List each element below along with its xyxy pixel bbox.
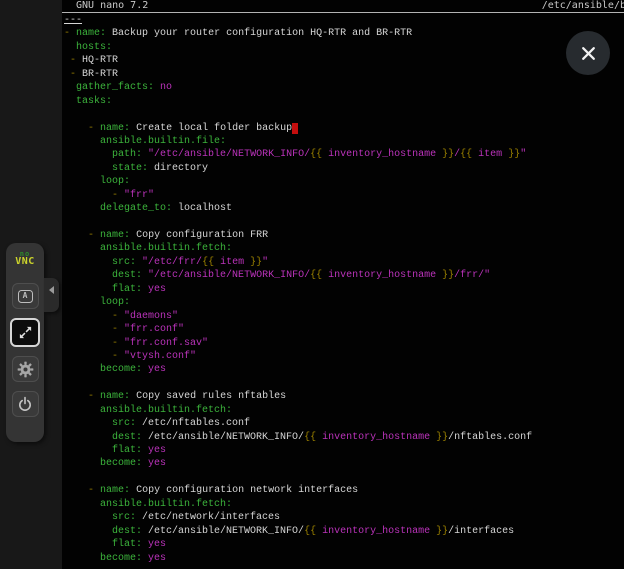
code-line: loop: bbox=[64, 296, 624, 309]
gear-icon bbox=[17, 361, 34, 378]
nano-titlebar: GNU nano 7.2 /etc/ansible/b bbox=[62, 0, 624, 13]
panel-collapse-handle[interactable] bbox=[44, 278, 59, 312]
code-line: --- bbox=[64, 14, 624, 27]
code-line: src: /etc/nftables.conf bbox=[64, 417, 624, 430]
code-line: tasks: bbox=[64, 95, 624, 108]
code-line: flat: yes bbox=[64, 538, 624, 551]
code-line bbox=[64, 216, 624, 229]
code-line: dest: /etc/ansible/NETWORK_INFO/{{ inven… bbox=[64, 431, 624, 444]
nano-version-label: GNU nano 7.2 bbox=[76, 0, 148, 12]
code-line: become: yes bbox=[64, 363, 624, 376]
code-line: hosts: bbox=[64, 41, 624, 54]
code-line: ansible.builtin.fetch: bbox=[64, 404, 624, 417]
close-button[interactable] bbox=[566, 31, 610, 75]
settings-button[interactable] bbox=[12, 356, 39, 382]
code-line: - name: Create local folder backup bbox=[64, 122, 624, 135]
fullscreen-button[interactable] bbox=[10, 318, 40, 347]
code-line: ansible.builtin.fetch: bbox=[64, 242, 624, 255]
close-icon bbox=[580, 45, 597, 62]
editor-content[interactable]: ---- name: Backup your router configurat… bbox=[64, 14, 624, 569]
code-line: - "frr.conf.sav" bbox=[64, 337, 624, 350]
code-line: become: yes bbox=[64, 457, 624, 470]
terminal-window: GNU nano 7.2 /etc/ansible/b ---- name: B… bbox=[62, 0, 624, 569]
code-line: src: /etc/network/interfaces bbox=[64, 511, 624, 524]
code-line: ansible.builtin.file: bbox=[64, 135, 624, 148]
code-line: flat: yes bbox=[64, 283, 624, 296]
code-line: become: yes bbox=[64, 552, 624, 565]
vnc-control-panel: no VNC A bbox=[6, 243, 44, 442]
code-line: delegate_to: localhost bbox=[64, 202, 624, 215]
code-line: dest: "/etc/ansible/NETWORK_INFO/{{ inve… bbox=[64, 269, 624, 282]
code-line: - name: Copy configuration FRR bbox=[64, 229, 624, 242]
code-line: - "daemons" bbox=[64, 310, 624, 323]
novnc-logo: no VNC bbox=[6, 243, 44, 266]
code-line: - HQ-RTR bbox=[64, 54, 624, 67]
letter-a-key-icon: A bbox=[18, 290, 33, 303]
code-line: gather_facts: no bbox=[64, 81, 624, 94]
code-line: - name: Backup your router configuration… bbox=[64, 27, 624, 40]
code-line: dest: /etc/ansible/NETWORK_INFO/{{ inven… bbox=[64, 525, 624, 538]
code-line: src: "/etc/frr/{{ item }}" bbox=[64, 256, 624, 269]
code-line bbox=[64, 377, 624, 390]
code-line: path: "/etc/ansible/NETWORK_INFO/{{ inve… bbox=[64, 148, 624, 161]
extra-keys-button[interactable]: A bbox=[12, 283, 39, 309]
code-line: loop: bbox=[64, 175, 624, 188]
chevron-left-icon bbox=[49, 286, 54, 294]
code-line bbox=[64, 471, 624, 484]
power-icon bbox=[17, 396, 33, 412]
code-line: - "frr.conf" bbox=[64, 323, 624, 336]
disconnect-button[interactable] bbox=[12, 391, 39, 417]
code-line bbox=[64, 108, 624, 121]
code-line: - "vtysh.conf" bbox=[64, 350, 624, 363]
code-line: - BR-RTR bbox=[64, 68, 624, 81]
text-cursor bbox=[292, 123, 298, 134]
code-line: state: directory bbox=[64, 162, 624, 175]
code-line: - name: Copy configuration network inter… bbox=[64, 484, 624, 497]
code-line: - "frr" bbox=[64, 189, 624, 202]
open-file-path: /etc/ansible/b bbox=[542, 0, 624, 12]
code-line: ansible.builtin.fetch: bbox=[64, 498, 624, 511]
novnc-logo-bottom: VNC bbox=[6, 258, 44, 266]
code-line: flat: yes bbox=[64, 444, 624, 457]
resize-arrows-icon bbox=[18, 325, 33, 340]
code-line: - name: Copy saved rules nftables bbox=[64, 390, 624, 403]
